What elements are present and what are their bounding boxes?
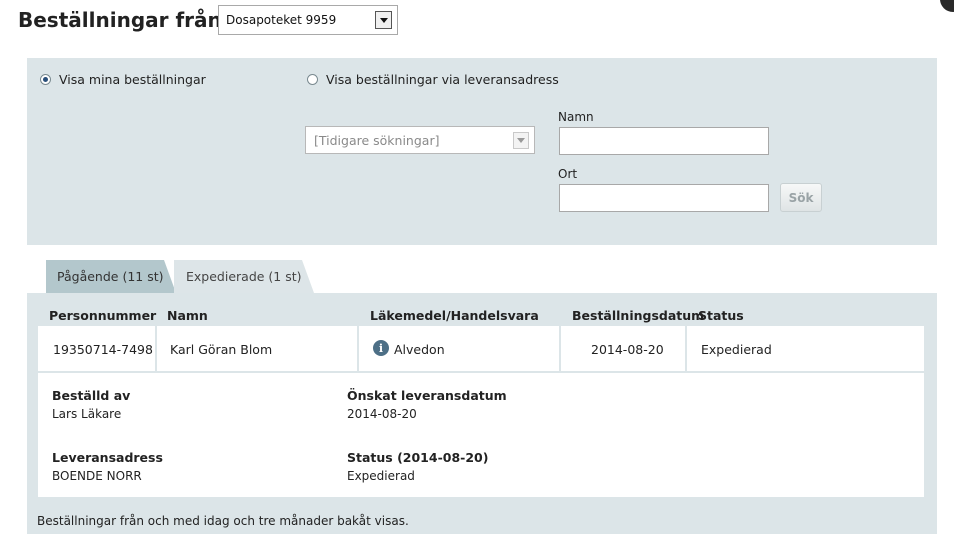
city-input[interactable] [559, 184, 769, 212]
search-panel: Visa mina beställningar Visa beställning… [27, 58, 937, 245]
city-label: Ort [558, 167, 578, 181]
desired-date-value: 2014-08-20 [347, 407, 417, 421]
chevron-down-icon[interactable] [375, 11, 392, 29]
pharmacy-select[interactable]: Dosapoteket 9959 [218, 5, 398, 35]
delivery-address-label: Leveransadress [52, 450, 163, 465]
radio-show-mine-label: Visa mina beställningar [59, 72, 206, 87]
radio-show-mine[interactable]: Visa mina beställningar [40, 72, 206, 87]
column-header-namn: Namn [167, 308, 208, 323]
cell-personnummer: 19350714-7498 [53, 342, 153, 357]
cell-divider [559, 326, 561, 371]
radio-show-by-address-circle[interactable] [307, 74, 318, 85]
tab-dispatched[interactable]: Expedierade (1 st) [174, 260, 314, 293]
cell-bestallningsdatum: 2014-08-20 [591, 342, 664, 357]
delivery-address-value: BOENDE NORR [52, 469, 142, 483]
order-status-value: Expedierad [347, 469, 415, 483]
previous-searches-placeholder: [Tidigare sökningar] [314, 132, 440, 148]
previous-searches-select[interactable]: [Tidigare sökningar] [305, 126, 535, 154]
tab-ongoing[interactable]: Pågående (11 st) [46, 260, 176, 293]
page-title: Beställningar från [18, 8, 222, 32]
cell-status: Expedierad [701, 342, 772, 357]
order-details: Beställd av Lars Läkare Önskat leveransd… [38, 373, 924, 497]
name-label: Namn [558, 110, 594, 124]
search-button[interactable]: Sök [780, 183, 822, 212]
column-header-lakemedel: Läkemedel/Handelsvara [370, 308, 539, 323]
name-input[interactable] [559, 127, 769, 155]
table-row[interactable]: 19350714-7498 Karl Göran Blom i Alvedon … [38, 326, 924, 371]
desired-date-label: Önskat leveransdatum [347, 388, 507, 403]
cell-namn: Karl Göran Blom [170, 342, 273, 357]
radio-show-by-address-label: Visa beställningar via leveransadress [326, 72, 559, 87]
cell-lakemedel: Alvedon [394, 342, 445, 357]
cell-divider [357, 326, 359, 371]
radio-show-by-address[interactable]: Visa beställningar via leveransadress [307, 72, 559, 87]
window-corner-decoration [940, 0, 954, 12]
column-header-personnummer: Personnummer [49, 308, 157, 323]
order-status-label: Status (2014-08-20) [347, 450, 489, 465]
cell-divider [155, 326, 157, 371]
info-icon[interactable]: i [373, 340, 389, 356]
ordered-by-label: Beställd av [52, 388, 131, 403]
ordered-by-value: Lars Läkare [52, 407, 122, 421]
cell-divider [685, 326, 687, 371]
column-header-bestallningsdatum: Beställningsdatum [572, 308, 705, 323]
pharmacy-select-value: Dosapoteket 9959 [226, 13, 337, 27]
chevron-down-icon[interactable] [513, 132, 529, 149]
column-header-status: Status [698, 308, 744, 323]
footer-note: Beställningar från och med idag och tre … [37, 514, 409, 528]
radio-show-mine-circle[interactable] [40, 74, 51, 85]
